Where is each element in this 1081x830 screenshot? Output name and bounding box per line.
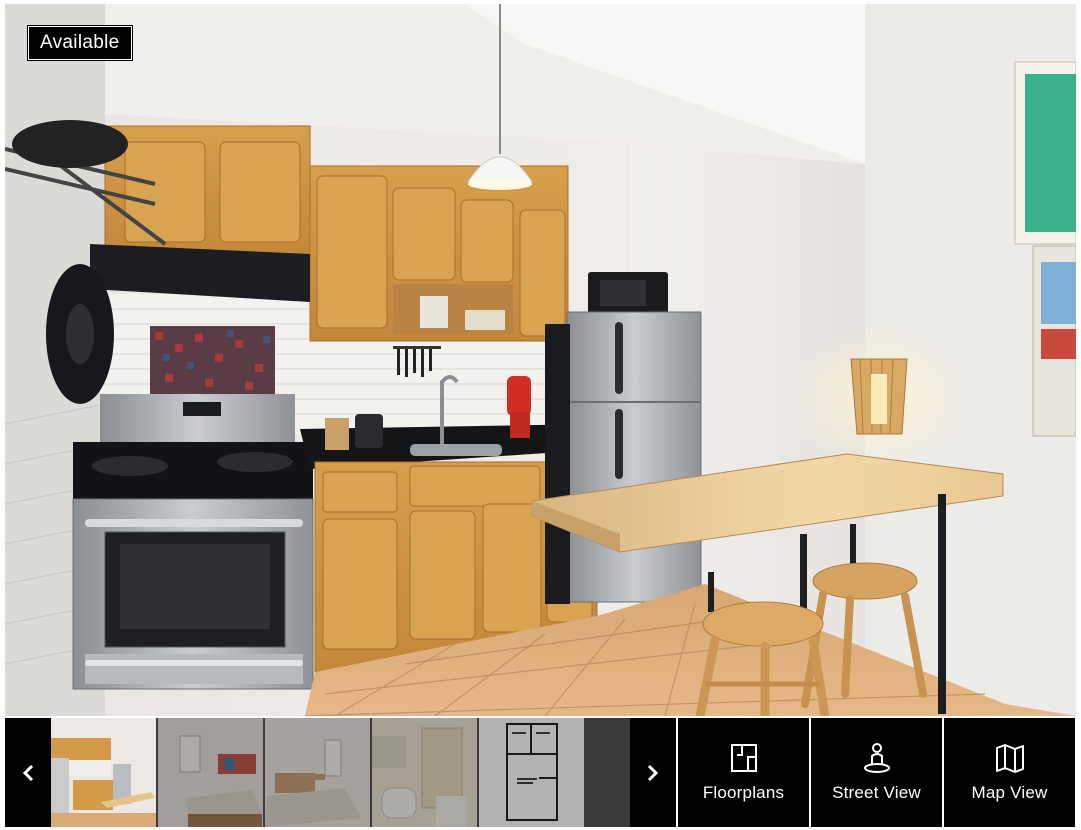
thumbnail-list xyxy=(51,718,630,827)
folded-map-icon xyxy=(995,744,1024,773)
next-photo-button[interactable] xyxy=(630,718,676,827)
kitchen-photo xyxy=(5,4,1076,716)
thumbnail-dim-overlay xyxy=(265,718,370,827)
thumbnail-bedroom-2[interactable] xyxy=(265,718,370,827)
thumbnail-kitchen[interactable] xyxy=(51,718,156,827)
thumbnail-dim-overlay xyxy=(158,718,263,827)
thumbnail-floorplan[interactable] xyxy=(479,718,584,827)
thumbnail-bathroom[interactable] xyxy=(372,718,477,827)
map-view-button[interactable]: Map View xyxy=(944,718,1075,827)
previous-photo-button[interactable] xyxy=(5,718,51,827)
thumbnail-bedroom-1[interactable] xyxy=(158,718,263,827)
chevron-left-icon xyxy=(22,764,34,781)
thumbnail-dim-overlay xyxy=(372,718,477,827)
floorplan-icon xyxy=(730,744,757,772)
kitchen-thumbnail-image xyxy=(51,718,156,827)
street-view-person-icon xyxy=(863,743,890,773)
map-view-label: Map View xyxy=(971,783,1048,802)
floorplans-button[interactable]: Floorplans xyxy=(678,718,809,827)
gallery-strip: Floorplans Street View Map View xyxy=(5,718,1076,827)
photo-viewer: Available Floorplans Street View Map Vie… xyxy=(5,4,1076,827)
street-view-button[interactable]: Street View xyxy=(811,718,942,827)
floorplans-label: Floorplans xyxy=(702,783,785,802)
availability-badge: Available xyxy=(26,25,134,61)
main-photo[interactable]: Available xyxy=(5,4,1076,716)
chevron-right-icon xyxy=(647,764,659,781)
thumbnail-dim-overlay xyxy=(479,718,584,827)
street-view-label: Street View xyxy=(832,783,921,802)
